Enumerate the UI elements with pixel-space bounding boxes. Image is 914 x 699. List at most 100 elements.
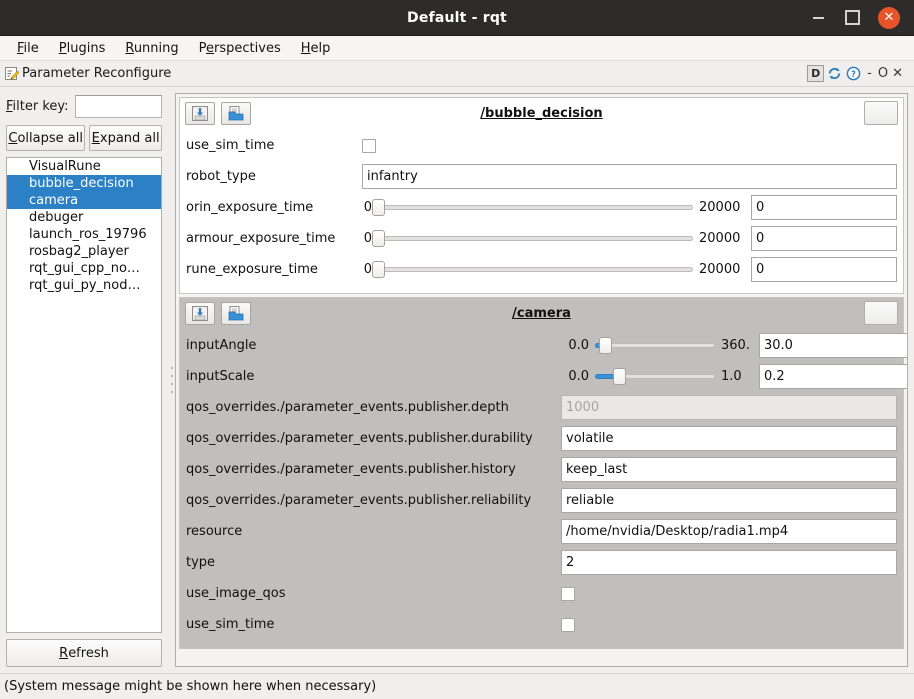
save-icon[interactable] [185,301,215,325]
sidebar-splitter[interactable] [168,87,175,673]
armour-exposure-slider[interactable] [372,230,693,248]
plugin-minimize-button[interactable]: O [877,66,889,81]
list-item[interactable]: VisualRune [7,158,161,175]
param-label: use_image_qos [186,586,286,601]
node-list[interactable]: VisualRune bubble_decision camera debuge… [6,157,162,633]
slider-max-label: 1.0 [721,369,742,384]
resource-input[interactable]: /home/nvidia/Desktop/radia1.mp4 [561,519,897,544]
help-icon[interactable]: ? [845,65,862,82]
rune-exposure-input[interactable]: 0 [751,257,897,282]
menu-help[interactable]: Help [292,38,340,59]
param-row-robot-type: robot_type infantry [186,161,897,192]
type-input[interactable]: 2 [561,550,897,575]
list-item[interactable]: rqt_gui_py_nod… [7,277,161,294]
input-scale-slider[interactable] [595,368,715,386]
slider-min-label: 0.0 [568,338,589,353]
group-extra-button[interactable] [864,301,898,325]
use-image-qos-checkbox[interactable] [561,586,575,601]
param-label: type [186,555,216,570]
slider-max-label: 360. [721,338,750,353]
slider-group: 0 20000 0 [362,226,897,251]
plugin-header-controls: D ? - O ✕ [807,65,910,82]
reload-icon[interactable] [826,65,843,82]
slider-min-label: 0 [363,200,372,215]
param-row-rune-exposure-time: rune_exposure_time 0 20000 0 [186,254,897,285]
qos-durability-input[interactable]: volatile [561,426,897,451]
node-sidebar: Filter key: Collapse all Expand all Visu… [0,87,168,673]
use-sim-time-checkbox[interactable] [362,138,376,153]
slider-handle[interactable] [598,337,612,354]
qos-history-input[interactable]: keep_last [561,457,897,482]
status-message: (System message might be shown here when… [4,679,377,694]
param-row-input-scale: inputScale 0.0 1.0 0.2 [186,361,907,392]
window-title: Default - rqt [407,9,507,26]
parameter-scroll[interactable]: /bubble_decision use_sim_time robot_type… [175,93,908,667]
param-row-resource: resource /home/nvidia/Desktop/radia1.mp4 [186,516,897,547]
qos-reliability-input[interactable]: reliable [561,488,897,513]
slider-handle[interactable] [372,199,385,216]
slider-min-label: 0 [363,262,372,277]
slider-handle[interactable] [613,368,626,385]
group-bubble-decision: /bubble_decision use_sim_time robot_type… [179,97,904,294]
collapse-all-button[interactable]: Collapse all [6,125,86,151]
input-scale-input[interactable]: 0.2 [759,364,907,389]
armour-exposure-input[interactable]: 0 [751,226,897,251]
menu-perspectives[interactable]: Perspectives [190,38,290,59]
filter-row: Filter key: [6,93,162,119]
slider-group: 0 20000 0 [362,257,897,282]
input-angle-slider[interactable] [595,337,715,355]
qos-depth-input: 1000 [561,395,897,420]
param-row-input-angle: inputAngle 0.0 360. 30.0 [186,330,907,361]
dock-button[interactable]: D [807,65,825,82]
plugin-header-bar: Parameter Reconfigure D ? - O ✕ [0,61,914,87]
slider-group: 0 20000 0 [362,195,897,220]
param-label: orin_exposure_time [186,200,314,215]
plugin-title-label: Parameter Reconfigure [22,66,172,81]
body-area: Filter key: Collapse all Expand all Visu… [0,87,914,673]
group-rows: use_sim_time robot_type infantry orin_ex… [180,128,903,293]
group-header: /camera [180,298,903,328]
slider-min-label: 0 [363,231,372,246]
param-label: qos_overrides./parameter_events.publishe… [186,431,533,446]
robot-type-input[interactable]: infantry [362,164,897,189]
save-icon[interactable] [185,101,215,125]
param-label: rune_exposure_time [186,262,318,277]
maximize-button[interactable] [844,10,860,26]
param-label: qos_overrides./parameter_events.publishe… [186,400,509,415]
status-bar: (System message might be shown here when… [0,673,914,699]
input-angle-input[interactable]: 30.0 [759,333,907,358]
load-icon[interactable] [221,101,251,125]
orin-exposure-slider[interactable] [372,199,693,217]
refresh-button[interactable]: Refresh [6,639,162,667]
splitter-grip [170,367,173,393]
close-button[interactable]: ✕ [878,6,900,29]
list-item[interactable]: camera [7,192,161,209]
param-label: qos_overrides./parameter_events.publishe… [186,462,516,477]
slider-track [595,343,715,348]
param-label: resource [186,524,243,539]
group-extra-button[interactable] [864,101,898,125]
list-item[interactable]: launch_ros_19796 [7,226,161,243]
slider-track [378,205,693,210]
slider-track [378,236,693,241]
filter-input[interactable] [74,94,162,118]
list-item[interactable]: rosbag2_player [7,243,161,260]
menu-file[interactable]: File [8,38,48,59]
menu-running[interactable]: Running [116,38,187,59]
rune-exposure-slider[interactable] [372,261,693,279]
list-item[interactable]: bubble_decision [7,175,161,192]
slider-handle[interactable] [372,230,385,247]
minimize-button[interactable] [810,10,826,26]
slider-handle[interactable] [372,261,385,278]
menu-plugins[interactable]: Plugins [50,38,115,59]
param-label: use_sim_time [186,617,275,632]
plugin-close-button[interactable]: ✕ [891,66,904,81]
param-row-qos-history: qos_overrides./parameter_events.publishe… [186,454,897,485]
expand-all-button[interactable]: Expand all [89,125,162,151]
list-item[interactable]: debuger [7,209,161,226]
list-item[interactable]: rqt_gui_cpp_no… [7,260,161,277]
load-icon[interactable] [221,301,251,325]
filter-label: Filter key: [6,98,69,114]
orin-exposure-input[interactable]: 0 [751,195,897,220]
camera-use-sim-time-checkbox[interactable] [561,617,575,632]
